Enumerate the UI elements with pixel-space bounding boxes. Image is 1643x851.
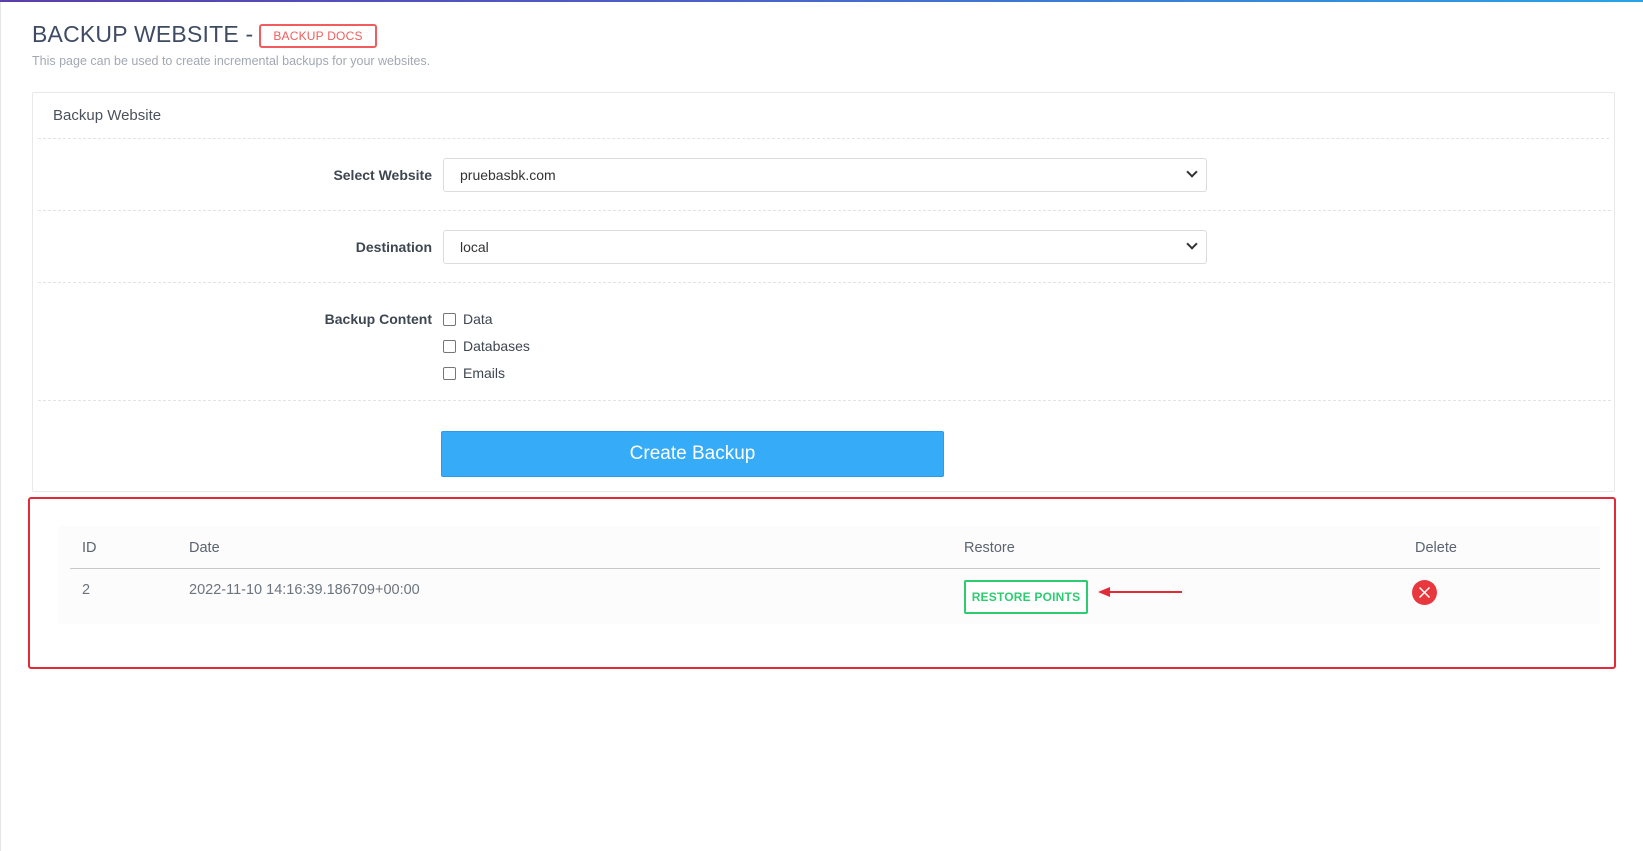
title-row: BACKUP WEBSITE - BACKUP DOCS [32, 20, 430, 48]
backup-content-row: Backup Content Data Databases Emails [38, 283, 1611, 401]
select-website-dropdown[interactable]: pruebasbk.com [443, 158, 1207, 192]
databases-checkbox-item[interactable]: Databases [443, 338, 530, 354]
chevron-down-icon [1186, 238, 1198, 250]
column-header-date: Date [189, 540, 220, 556]
emails-checkbox-item[interactable]: Emails [443, 365, 505, 381]
column-header-delete: Delete [1415, 540, 1457, 556]
arrow-left-icon [1098, 587, 1182, 597]
column-header-restore: Restore [964, 540, 1015, 556]
page-description: This page can be used to create incremen… [32, 54, 431, 68]
data-checkbox-label: Data [463, 311, 493, 327]
delete-x-mark [1418, 586, 1431, 599]
chevron-down-icon [1186, 166, 1198, 178]
table-header: ID Date Restore Delete [58, 526, 1600, 569]
emails-checkbox[interactable] [443, 366, 456, 380]
destination-row: Destination local [38, 211, 1611, 283]
row-id: 2 [82, 582, 91, 598]
left-edge-divider [0, 2, 1, 851]
create-backup-button[interactable]: Create Backup [441, 431, 944, 477]
data-checkbox-item[interactable]: Data [443, 311, 493, 327]
emails-checkbox-label: Emails [463, 365, 506, 381]
select-website-value: pruebasbk.com [460, 167, 556, 183]
destination-value: local [460, 239, 489, 255]
page-title: BACKUP WEBSITE - [32, 21, 254, 47]
backups-table: ID Date Restore Delete 2 2022-11-10 14:1… [58, 526, 1600, 624]
page-header: BACKUP WEBSITE - BACKUP DOCS This page c… [32, 20, 430, 68]
restore-points-button[interactable]: RESTORE POINTS [964, 580, 1088, 614]
databases-checkbox[interactable] [443, 339, 456, 353]
table-header-divider [70, 568, 1600, 569]
destination-dropdown[interactable]: local [443, 230, 1207, 264]
row-date: 2022-11-10 14:16:39.186709+00:00 [189, 582, 420, 598]
column-header-id: ID [82, 540, 97, 556]
select-website-label: Select Website [333, 167, 432, 183]
backup-content-label: Backup Content [324, 311, 432, 327]
data-checkbox[interactable] [443, 312, 456, 326]
backup-docs-button[interactable]: BACKUP DOCS [259, 23, 377, 48]
top-accent-bar [0, 0, 1643, 2]
select-website-row: Select Website pruebasbk.com [38, 139, 1611, 211]
databases-checkbox-label: Databases [463, 338, 530, 354]
close-circle-icon[interactable] [1412, 580, 1437, 605]
destination-label: Destination [355, 239, 432, 255]
panel-title: Backup Website [38, 93, 1609, 139]
